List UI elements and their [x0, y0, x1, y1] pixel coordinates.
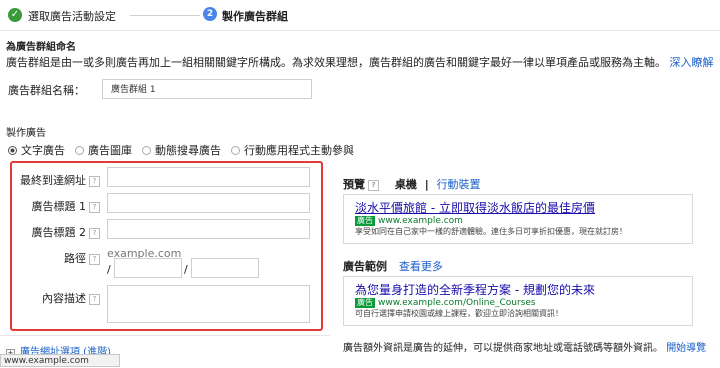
example-ad-description: 可自行選擇申請校園或線上課程，歡迎立即洽詢相關資訊！ [355, 309, 563, 318]
ad-type-label: 行動應用程式主動參與 [244, 144, 354, 157]
tab-divider: | [424, 178, 429, 191]
example-ad-url: www.example.com/Online_Courses [378, 298, 536, 308]
step2-label: 製作廣告群組 [222, 10, 288, 23]
ad-type-label: 廣告圖庫 [88, 144, 132, 157]
ad-type-dynamic-search[interactable]: 動態搜尋廣告 [142, 142, 221, 158]
help-icon[interactable]: ? [89, 175, 100, 187]
preview-label: 預覽 [343, 178, 365, 191]
headline1-label: 廣告標題 1? [14, 198, 100, 214]
ad-badge: 廣告 [355, 216, 375, 226]
ad-type-label: 文字廣告 [21, 144, 65, 157]
help-icon[interactable]: ? [89, 201, 100, 213]
step1-label[interactable]: 選取廣告活動設定 [28, 8, 116, 24]
check-icon: ✓ [8, 8, 22, 22]
preview-header: 預覽? 桌機 | 行動裝置 [343, 176, 481, 192]
extensions-text: 廣告額外資訊是廣告的延伸，可以提供商家地址或電話號碼等額外資訊。 [343, 343, 663, 354]
ad-type-app-engagement[interactable]: 行動應用程式主動參與 [231, 142, 354, 158]
final-url-label-text: 最終到達網址 [20, 174, 86, 187]
headline2-label: 廣告標題 2? [14, 224, 100, 240]
path-separator: / [107, 263, 111, 276]
description-label-text: 內容描述 [42, 292, 86, 305]
status-bar-url: www.example.com [0, 354, 120, 367]
path1-input[interactable] [114, 258, 182, 278]
help-icon[interactable]: ? [89, 253, 100, 265]
group-name-label: 廣告群組名稱： [8, 84, 85, 97]
create-ad-title: 製作廣告 [6, 128, 46, 139]
extensions-info: 廣告額外資訊是廣告的延伸，可以提供商家地址或電話號碼等額外資訊。 開始導覽 [343, 343, 720, 355]
final-url-label: 最終到達網址? [14, 172, 100, 188]
ad-type-gallery[interactable]: 廣告圖庫 [75, 142, 132, 158]
example-ad-url-row: 廣告 www.example.com/Online_Courses [355, 295, 536, 308]
preview-ad-url-row: 廣告 www.example.com [355, 213, 463, 226]
tab-mobile[interactable]: 行動裝置 [437, 178, 481, 191]
path-label-text: 路徑 [64, 252, 86, 265]
divider [0, 335, 330, 336]
section-title: 為廣告群組命名 [6, 42, 76, 53]
preview-ad-url: www.example.com [378, 216, 463, 226]
headline1-input[interactable] [107, 193, 310, 213]
group-name-input[interactable]: 廣告群組 1 [102, 79, 312, 99]
description-label: 內容描述? [14, 290, 100, 306]
path2-input[interactable] [191, 258, 259, 278]
headline2-input[interactable] [107, 219, 310, 239]
headline2-label-text: 廣告標題 2 [31, 226, 87, 239]
radio-icon[interactable] [231, 145, 240, 155]
start-tour-link[interactable]: 開始導覽 [666, 343, 706, 354]
ad-badge: 廣告 [355, 298, 375, 308]
preview-ad-description: 享受如同在自己家中一樣的舒適體驗。連住多日可享折扣優惠，現在就訂房！ [355, 227, 627, 236]
radio-icon[interactable] [8, 145, 17, 155]
path-separator: / [184, 263, 188, 276]
examples-label: 廣告範例 [343, 260, 387, 273]
ad-type-label: 動態搜尋廣告 [155, 144, 221, 157]
help-icon[interactable]: ? [89, 293, 100, 305]
step-connector [130, 15, 200, 16]
step2-number-icon: 2 [203, 7, 217, 21]
headline1-label-text: 廣告標題 1 [31, 200, 87, 213]
ad-type-text[interactable]: 文字廣告 [8, 142, 65, 158]
radio-icon[interactable] [142, 145, 151, 155]
description-text: 廣告群組是由一或多則廣告再加上一組相關關鍵字所構成。為求效果理想，廣告群組的廣告… [6, 56, 666, 69]
ad-type-radio-group: 文字廣告 廣告圖庫 動態搜尋廣告 行動應用程式主動參與 [8, 142, 364, 158]
radio-icon[interactable] [75, 145, 84, 155]
path-label: 路徑? [14, 250, 100, 266]
tab-desktop[interactable]: 桌機 [395, 178, 417, 191]
learn-more-link[interactable]: 深入瞭解 [670, 56, 714, 69]
help-icon[interactable]: ? [89, 227, 100, 239]
help-icon[interactable]: ? [368, 179, 379, 191]
examples-header: 廣告範例 查看更多 [343, 258, 443, 274]
final-url-input[interactable] [107, 167, 310, 187]
description-input[interactable] [107, 285, 310, 323]
see-more-link[interactable]: 查看更多 [399, 260, 443, 273]
section-description: 廣告群組是由一或多則廣告再加上一組相關關鍵字所構成。為求效果理想，廣告群組的廣告… [6, 54, 714, 70]
